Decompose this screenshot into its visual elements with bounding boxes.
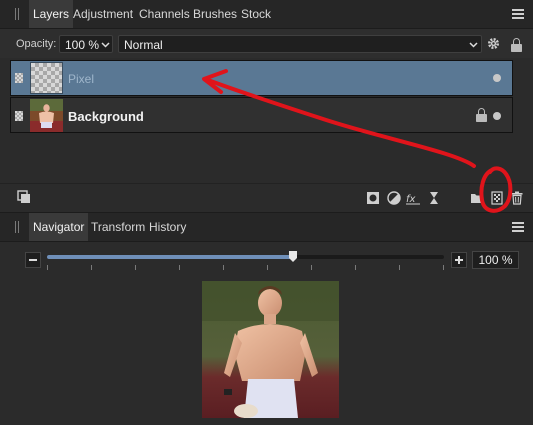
new-document-icon[interactable] bbox=[17, 190, 31, 204]
trash-icon[interactable] bbox=[510, 191, 524, 205]
layer-options-row: Opacity: 100 % Normal bbox=[0, 29, 533, 58]
zoom-out-button[interactable] bbox=[25, 252, 41, 268]
zoom-slider-fill bbox=[47, 255, 293, 259]
zoom-slider-ticks bbox=[47, 265, 444, 271]
svg-text:fx: fx bbox=[406, 194, 416, 205]
panel-grip-icon[interactable] bbox=[14, 221, 20, 233]
pixel-layer-icon[interactable] bbox=[490, 191, 504, 205]
layer-handle-icon[interactable] bbox=[15, 73, 23, 83]
tab-brushes[interactable]: Brushes bbox=[193, 0, 237, 28]
layers-panel-tabbar: Layers Adjustment Channels Brushes Stock bbox=[0, 0, 533, 29]
minus-icon bbox=[29, 259, 37, 261]
layers-toolbar: fx bbox=[0, 183, 533, 212]
layer-thumbnail bbox=[30, 99, 63, 132]
opacity-field[interactable]: 100 % bbox=[59, 35, 113, 53]
navigator-preview-image bbox=[202, 281, 339, 418]
chevron-down-icon bbox=[101, 42, 110, 48]
zoom-in-button[interactable] bbox=[451, 252, 467, 268]
zoom-field[interactable]: 100 % bbox=[472, 251, 519, 269]
opacity-value: 100 % bbox=[65, 38, 100, 52]
hamburger-menu-icon[interactable] bbox=[512, 9, 524, 19]
plus-icon bbox=[458, 256, 460, 264]
folder-icon[interactable] bbox=[470, 191, 484, 205]
panel-grip-icon[interactable] bbox=[14, 8, 20, 20]
layer-thumbnail bbox=[30, 62, 63, 94]
gear-icon[interactable] bbox=[487, 37, 500, 50]
tab-navigator[interactable]: Navigator bbox=[29, 213, 89, 241]
blend-mode-select[interactable]: Normal bbox=[118, 35, 482, 53]
fx-icon[interactable]: fx bbox=[406, 191, 420, 205]
zoom-value: 100 % bbox=[478, 253, 513, 267]
tab-stock[interactable]: Stock bbox=[241, 0, 271, 28]
tab-layers[interactable]: Layers bbox=[29, 0, 74, 28]
lock-icon[interactable] bbox=[511, 38, 522, 52]
layer-row-background[interactable]: Background bbox=[10, 97, 513, 133]
adjustment-icon[interactable] bbox=[387, 191, 401, 205]
mask-icon[interactable] bbox=[366, 191, 380, 205]
tab-adjustment[interactable]: Adjustment bbox=[73, 0, 133, 28]
opacity-label: Opacity: bbox=[16, 38, 57, 50]
tab-transform[interactable]: Transform bbox=[91, 213, 145, 241]
zoom-slider[interactable] bbox=[47, 255, 444, 259]
visibility-dot-icon[interactable] bbox=[493, 74, 501, 82]
tab-channels[interactable]: Channels bbox=[139, 0, 190, 28]
zoom-slider-thumb[interactable] bbox=[289, 251, 297, 262]
lock-icon[interactable] bbox=[476, 108, 487, 122]
layer-name[interactable]: Background bbox=[68, 109, 144, 124]
tab-history[interactable]: History bbox=[149, 213, 186, 241]
blend-mode-value: Normal bbox=[124, 38, 163, 52]
layer-handle-icon[interactable] bbox=[15, 111, 23, 121]
hamburger-menu-icon[interactable] bbox=[512, 222, 524, 232]
layer-row-pixel[interactable]: Pixel bbox=[10, 60, 513, 96]
hourglass-icon[interactable] bbox=[427, 191, 441, 205]
layer-name[interactable]: Pixel bbox=[68, 72, 94, 86]
visibility-dot-icon[interactable] bbox=[493, 112, 501, 120]
navigator-panel-tabbar: Navigator Transform History bbox=[0, 212, 533, 242]
chevron-down-icon bbox=[469, 42, 478, 48]
